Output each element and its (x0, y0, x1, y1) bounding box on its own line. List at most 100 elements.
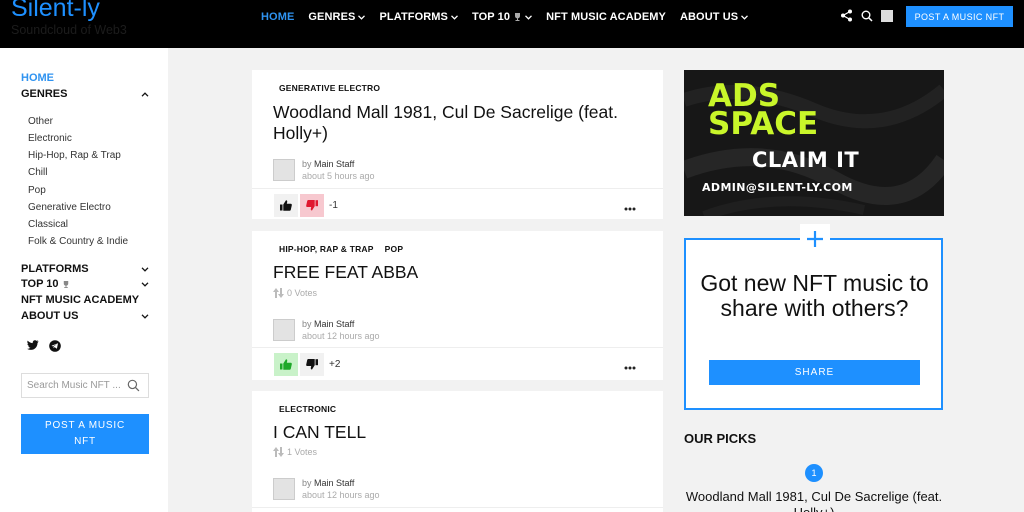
nav-item-about[interactable]: ABOUT US (679, 9, 749, 25)
thumbs-up-icon (280, 359, 292, 370)
chevron-down-icon (741, 11, 749, 23)
plus-icon (800, 224, 830, 254)
nav-item-label: HOME (261, 11, 295, 23)
upvote-button[interactable] (274, 353, 298, 376)
sidebar-item-about[interactable]: ABOUT US (21, 310, 149, 322)
downvote-button[interactable] (300, 353, 324, 376)
search-icon[interactable] (861, 10, 873, 22)
post-title[interactable]: Woodland Mall 1981, Cul De Sacrelige (fe… (273, 102, 653, 144)
sidebar-genre-other[interactable]: Other (28, 116, 53, 127)
author-name[interactable]: Main Staff (314, 159, 354, 169)
author-avatar[interactable] (273, 159, 295, 181)
vote-bar: +2 (252, 347, 663, 381)
nav-item-home[interactable]: HOME (261, 9, 294, 25)
post-card: ELECTRONIC I CAN TELL 1 Votes by Main St… (252, 391, 663, 512)
user-avatar-icon[interactable] (881, 9, 893, 22)
nav-item-label: PLATFORMS (379, 11, 448, 23)
chevron-up-icon[interactable] (141, 88, 149, 100)
author-by-label: by (302, 319, 312, 329)
our-picks-heading: OUR PICKS (684, 431, 757, 446)
updown-arrows-icon (273, 288, 284, 298)
nav-item-genres[interactable]: GENRES (308, 9, 366, 25)
trophy-icon (62, 280, 70, 289)
post-card: GENERATIVE ELECTRO Woodland Mall 1981, C… (252, 70, 663, 219)
share-icon[interactable] (840, 9, 853, 22)
nav-item-label: GENRES (308, 11, 356, 23)
category-tag[interactable]: GENERATIVE ELECTRO (279, 83, 380, 93)
sidebar-item-home[interactable]: HOME (21, 72, 54, 84)
top-icons (840, 9, 901, 22)
post-categories: HIP-HOP, RAP & TRAP POP (279, 244, 414, 254)
chevron-down-icon[interactable] (141, 263, 149, 275)
pick-rank-badge: 1 (805, 464, 823, 482)
category-tag[interactable]: HIP-HOP, RAP & TRAP (279, 244, 374, 254)
sidebar-item-label: TOP 10 (21, 278, 59, 290)
vote-bar: -1 (252, 188, 663, 222)
site-tagline: Soundcloud of Web3 (11, 23, 127, 37)
pick-item-title[interactable]: Woodland Mall 1981, Cul De Sacrelige (fe… (684, 489, 944, 512)
sidebar-post-music-nft-button[interactable]: POST A MUSIC NFT (21, 414, 149, 454)
twitter-icon[interactable] (27, 340, 39, 350)
votes-label: 0 Votes (287, 288, 318, 298)
share-cta-box: Got new NFT music to share with others? … (684, 224, 943, 410)
ad-claim: CLAIM IT (752, 148, 860, 172)
more-options-icon[interactable] (624, 198, 636, 216)
downvote-button[interactable] (300, 194, 324, 217)
search-icon[interactable] (127, 379, 140, 392)
author-avatar[interactable] (273, 478, 295, 500)
nav-item-top10[interactable]: TOP 10 (472, 9, 533, 25)
nav-item-platforms[interactable]: PLATFORMS (379, 9, 458, 25)
sidebar-item-genres[interactable]: GENRES (21, 88, 149, 100)
post-music-nft-button[interactable]: POST A MUSIC NFT (906, 6, 1013, 27)
ad-email: ADMIN@SILENT-LY.COM (702, 181, 853, 194)
search-input[interactable] (27, 380, 127, 391)
share-cta-title: Got new NFT music to share with others? (700, 270, 929, 321)
sidebar-genre-pop[interactable]: Pop (28, 185, 46, 196)
nav-item-academy[interactable]: NFT MUSIC ACADEMY (546, 9, 666, 25)
post-time: about 12 hours ago (302, 331, 380, 341)
sidebar-item-label: PLATFORMS (21, 263, 89, 275)
chevron-down-icon[interactable] (141, 310, 149, 322)
ad-banner[interactable]: ADS SPACE CLAIM IT ADMIN@SILENT-LY.COM (684, 70, 944, 216)
chevron-down-icon (451, 11, 458, 23)
chevron-down-icon (525, 11, 533, 23)
top-navbar: Silent-ly Soundcloud of Web3 HOME GENRES… (0, 0, 1024, 48)
telegram-icon[interactable] (49, 340, 61, 352)
more-options-icon[interactable] (624, 357, 636, 375)
sidebar-genre-folk[interactable]: Folk & Country & Indie (28, 236, 128, 247)
author-name[interactable]: Main Staff (314, 319, 354, 329)
author-line: by Main Staff (302, 159, 354, 169)
nav-item-label: ABOUT US (679, 11, 739, 23)
sidebar-item-label: GENRES (21, 88, 68, 100)
share-button[interactable]: SHARE (709, 360, 920, 385)
sidebar-genre-electronic[interactable]: Electronic (28, 133, 72, 144)
sidebar-genre-classical[interactable]: Classical (28, 219, 68, 230)
upvote-button[interactable] (274, 194, 298, 217)
author-name[interactable]: Main Staff (314, 478, 354, 488)
sidebar-item-academy[interactable]: NFT MUSIC ACADEMY (21, 294, 149, 306)
vote-count: -1 (329, 200, 338, 211)
chevron-down-icon (358, 11, 366, 23)
post-title[interactable]: I CAN TELL (273, 422, 653, 443)
post-time: about 12 hours ago (302, 490, 380, 500)
chevron-down-icon[interactable] (141, 278, 149, 290)
category-tag[interactable]: ELECTRONIC (279, 404, 336, 414)
author-avatar[interactable] (273, 319, 295, 341)
votes-summary: 0 Votes (273, 288, 317, 298)
sidebar-item-label: ABOUT US (21, 310, 79, 322)
sidebar-genre-hiphop[interactable]: Hip-Hop, Rap & Trap (28, 150, 121, 161)
sidebar-item-label-wrap: TOP 10 (21, 278, 70, 290)
votes-label: 1 Votes (287, 447, 318, 457)
sidebar-item-platforms[interactable]: PLATFORMS (21, 263, 149, 275)
vote-bar (252, 507, 663, 512)
post-categories: ELECTRONIC (279, 404, 347, 414)
author-by-label: by (302, 159, 312, 169)
vote-count: +2 (329, 359, 341, 370)
category-tag[interactable]: POP (385, 244, 404, 254)
author-line: by Main Staff (302, 319, 354, 329)
sidebar-genre-chill[interactable]: Chill (28, 167, 47, 178)
site-logo[interactable]: Silent-ly (11, 0, 100, 23)
sidebar-item-top10[interactable]: TOP 10 (21, 278, 149, 290)
sidebar-genre-generative-electro[interactable]: Generative Electro (28, 202, 111, 213)
post-title[interactable]: FREE FEAT ABBA (273, 262, 653, 283)
